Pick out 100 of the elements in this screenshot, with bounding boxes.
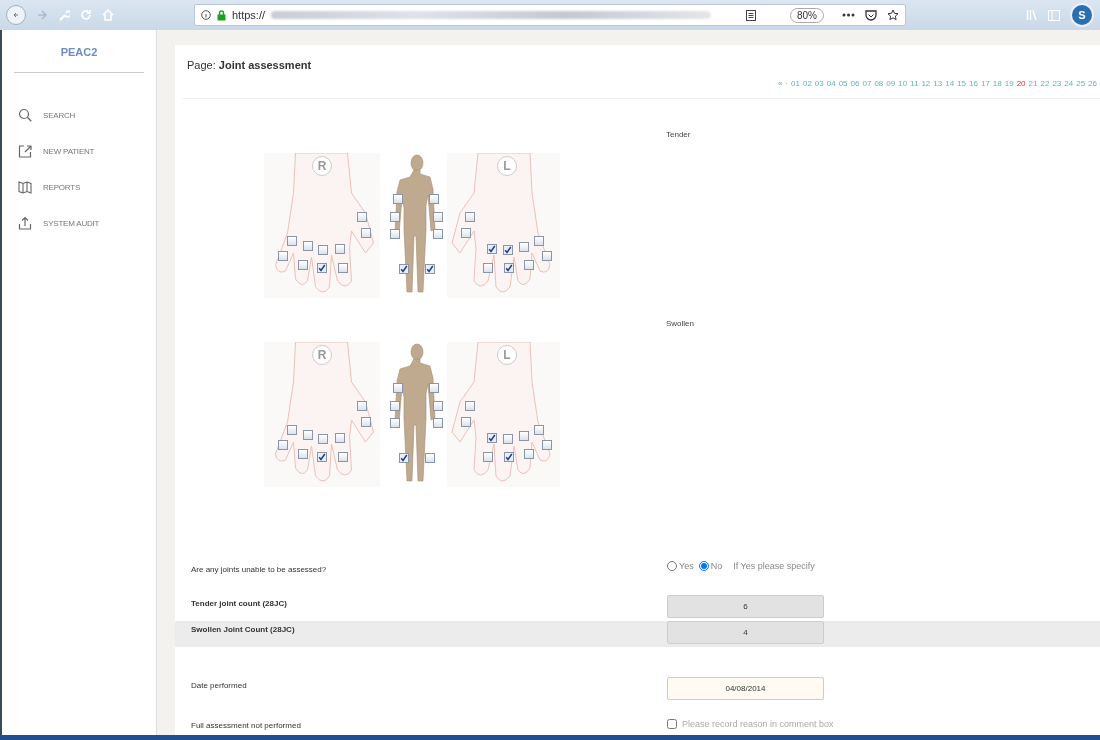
joint-checkbox[interactable] <box>393 194 403 204</box>
page-link[interactable]: 03 <box>814 79 824 88</box>
page-link[interactable]: 16 <box>969 79 978 88</box>
page-link[interactable]: 19 <box>1004 79 1014 88</box>
joint-checkbox[interactable] <box>357 212 367 222</box>
joint-checkbox[interactable] <box>361 417 371 427</box>
joint-checkbox[interactable] <box>487 433 497 443</box>
page-link[interactable]: 25 <box>1076 79 1086 88</box>
joint-checkbox[interactable] <box>357 401 367 411</box>
joint-checkbox[interactable] <box>503 434 513 444</box>
page-link[interactable]: 05 <box>838 79 848 88</box>
page-link[interactable]: 07 <box>862 79 872 88</box>
joint-checkbox[interactable] <box>524 260 534 270</box>
page-link[interactable]: 20 <box>1016 79 1026 88</box>
joint-checkbox[interactable] <box>425 264 435 274</box>
joint-checkbox[interactable] <box>524 449 534 459</box>
page-link[interactable]: 12 <box>921 79 931 88</box>
joint-checkbox[interactable] <box>433 401 443 411</box>
joint-checkbox[interactable] <box>504 263 514 273</box>
joint-checkbox[interactable] <box>461 417 471 427</box>
joint-checkbox[interactable] <box>425 453 435 463</box>
page-link[interactable]: 08 <box>874 79 884 88</box>
sidebar-toggle-icon[interactable] <box>1048 9 1060 21</box>
reader-view-icon[interactable] <box>745 9 756 21</box>
page-link[interactable]: 24 <box>1064 79 1074 88</box>
page-link[interactable]: 09 <box>886 79 896 88</box>
joint-checkbox[interactable] <box>317 263 327 273</box>
page-link[interactable]: 02 <box>802 79 812 88</box>
joint-checkbox[interactable] <box>433 212 443 222</box>
sidebar-item[interactable]: REPORTS <box>14 169 144 205</box>
joint-checkbox[interactable] <box>461 228 471 238</box>
joint-checkbox[interactable] <box>278 251 288 261</box>
joint-checkbox[interactable] <box>487 244 497 254</box>
joint-checkbox[interactable] <box>390 212 400 222</box>
joint-checkbox[interactable] <box>393 383 403 393</box>
page-link[interactable]: 13 <box>933 79 943 88</box>
joint-checkbox[interactable] <box>318 245 328 255</box>
checkbox[interactable] <box>667 719 677 729</box>
joint-checkbox[interactable] <box>399 264 409 274</box>
joint-checkbox[interactable] <box>287 236 297 246</box>
joint-checkbox[interactable] <box>429 383 439 393</box>
joint-checkbox[interactable] <box>433 418 443 428</box>
sidebar-item[interactable]: SYSTEM AUDIT <box>14 205 144 241</box>
sidebar-item[interactable]: NEW PATIENT <box>14 133 144 169</box>
sidebar-item[interactable]: SEARCH <box>14 97 144 133</box>
joint-checkbox[interactable] <box>465 212 475 222</box>
star-icon[interactable] <box>887 9 899 21</box>
joint-checkbox[interactable] <box>390 229 400 239</box>
joint-checkbox[interactable] <box>361 228 371 238</box>
page-link[interactable]: 23 <box>1052 79 1062 88</box>
radio-option[interactable]: No <box>698 561 723 571</box>
back-button[interactable] <box>6 5 26 25</box>
page-link[interactable]: 26 <box>1088 79 1097 88</box>
page-link[interactable]: 10 <box>898 79 908 88</box>
page-link[interactable]: 18 <box>992 79 1002 88</box>
joint-checkbox[interactable] <box>504 452 514 462</box>
page-link[interactable]: 22 <box>1040 79 1050 88</box>
address-bar[interactable]: https:// 80% <box>194 4 906 26</box>
page-link[interactable]: 04 <box>826 79 836 88</box>
pocket-icon[interactable] <box>865 9 877 21</box>
page-link[interactable]: 17 <box>980 79 990 88</box>
joint-checkbox[interactable] <box>429 194 439 204</box>
joint-checkbox[interactable] <box>390 401 400 411</box>
joint-checkbox[interactable] <box>542 440 552 450</box>
joint-checkbox[interactable] <box>483 452 493 462</box>
page-link[interactable]: 14 <box>945 79 955 88</box>
joint-checkbox[interactable] <box>519 242 529 252</box>
joint-checkbox[interactable] <box>298 449 308 459</box>
joint-checkbox[interactable] <box>534 425 544 435</box>
page-link[interactable]: 06 <box>850 79 860 88</box>
joint-checkbox[interactable] <box>278 440 288 450</box>
joint-checkbox[interactable] <box>298 260 308 270</box>
more-dots-icon[interactable] <box>842 13 855 17</box>
joint-checkbox[interactable] <box>335 244 345 254</box>
joint-checkbox[interactable] <box>390 418 400 428</box>
joint-checkbox[interactable] <box>303 241 313 251</box>
joint-checkbox[interactable] <box>519 431 529 441</box>
page-link[interactable]: 15 <box>957 79 967 88</box>
joint-checkbox[interactable] <box>303 430 313 440</box>
joint-checkbox[interactable] <box>433 229 443 239</box>
joint-checkbox[interactable] <box>483 263 493 273</box>
page-link[interactable]: 01 <box>791 79 800 88</box>
count-field[interactable]: 4 <box>667 621 824 644</box>
joint-checkbox[interactable] <box>338 263 348 273</box>
profile-avatar[interactable]: S <box>1070 3 1094 27</box>
radio-option[interactable]: Yes <box>667 561 694 571</box>
page-link[interactable]: 21 <box>1028 79 1038 88</box>
count-field[interactable]: 6 <box>667 595 824 618</box>
joint-checkbox[interactable] <box>338 452 348 462</box>
joint-checkbox[interactable] <box>534 236 544 246</box>
joint-checkbox[interactable] <box>335 433 345 443</box>
joint-checkbox[interactable] <box>503 245 513 255</box>
joint-checkbox[interactable] <box>287 425 297 435</box>
first-page-link[interactable]: « <box>777 79 783 88</box>
joint-checkbox[interactable] <box>465 401 475 411</box>
joint-checkbox[interactable] <box>542 251 552 261</box>
app-logo[interactable]: PEAC2 <box>14 30 144 72</box>
joint-checkbox[interactable] <box>399 453 409 463</box>
joint-checkbox[interactable] <box>317 452 327 462</box>
page-link[interactable]: 11 <box>910 79 919 88</box>
